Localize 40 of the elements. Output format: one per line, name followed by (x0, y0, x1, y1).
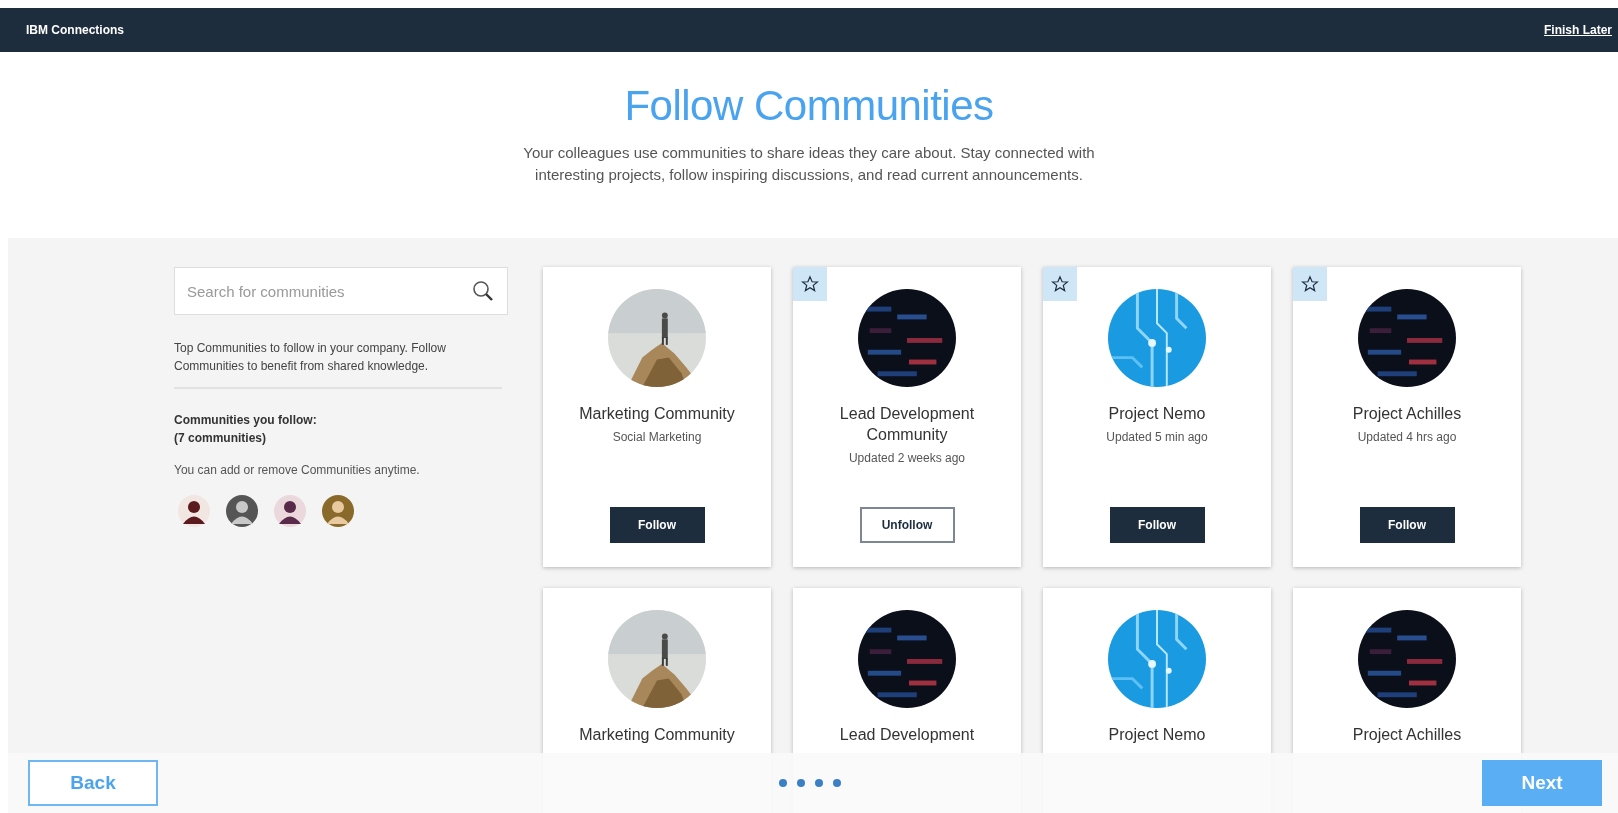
community-name: Project Nemo (1108, 725, 1206, 745)
favorite-toggle[interactable] (793, 267, 827, 301)
avatar-icon (322, 495, 354, 527)
unfollow-button[interactable]: Unfollow (859, 507, 955, 543)
community-name: Project Nemo (1108, 404, 1206, 424)
page-dot (797, 779, 805, 787)
brand-name: IBM Connections (26, 23, 124, 37)
community-name: Project Achilles (1352, 404, 1462, 424)
avatar-icon (226, 495, 258, 527)
page-dot (833, 779, 841, 787)
community-name: Marketing Community (579, 404, 735, 424)
community-name: Lead Development Community (838, 404, 976, 445)
community-subtitle: Updated 4 hrs ago (1357, 430, 1457, 444)
page-dot (779, 779, 787, 787)
page-description: Your colleagues use communities to share ideas they care about. Stay connected with interesting projects, follow inspiring discussions, and read current announcements. (523, 143, 1095, 185)
avatar-icon (274, 495, 306, 527)
note-text: You can add or remove Communities anytime. (174, 463, 421, 477)
favorite-toggle[interactable] (1043, 267, 1077, 301)
favorite-toggle[interactable] (1293, 267, 1327, 301)
following-count: (7 communities) (174, 430, 267, 447)
community-name: Marketing Community (579, 725, 735, 745)
community-name: Project Achilles (1352, 725, 1462, 745)
finish-later-link[interactable]: Finish Later (1544, 23, 1612, 37)
search-icon[interactable] (472, 280, 494, 302)
follow-button[interactable]: Follow (1109, 507, 1205, 543)
following-heading: Communities you follow: (174, 412, 318, 429)
star-icon (1051, 275, 1069, 293)
follow-button[interactable]: Follow (1359, 507, 1455, 543)
follow-button[interactable]: Follow (609, 507, 705, 543)
page-title: Follow Communities (624, 82, 994, 130)
community-subtitle: Updated 5 min ago (1106, 430, 1208, 444)
page-dot (815, 779, 823, 787)
intro-text: Top Communities to follow in your company. Follow Communities to benefit from shared knowledge. (174, 340, 447, 375)
star-icon (1301, 275, 1319, 293)
community-subtitle: Social Marketing (612, 430, 702, 444)
community-name: Lead Development (839, 725, 975, 745)
community-subtitle: Updated 2 weeks ago (848, 451, 966, 465)
avatar-icon (178, 495, 210, 527)
star-icon (801, 275, 819, 293)
search-field[interactable]: Search for communities (174, 267, 508, 315)
